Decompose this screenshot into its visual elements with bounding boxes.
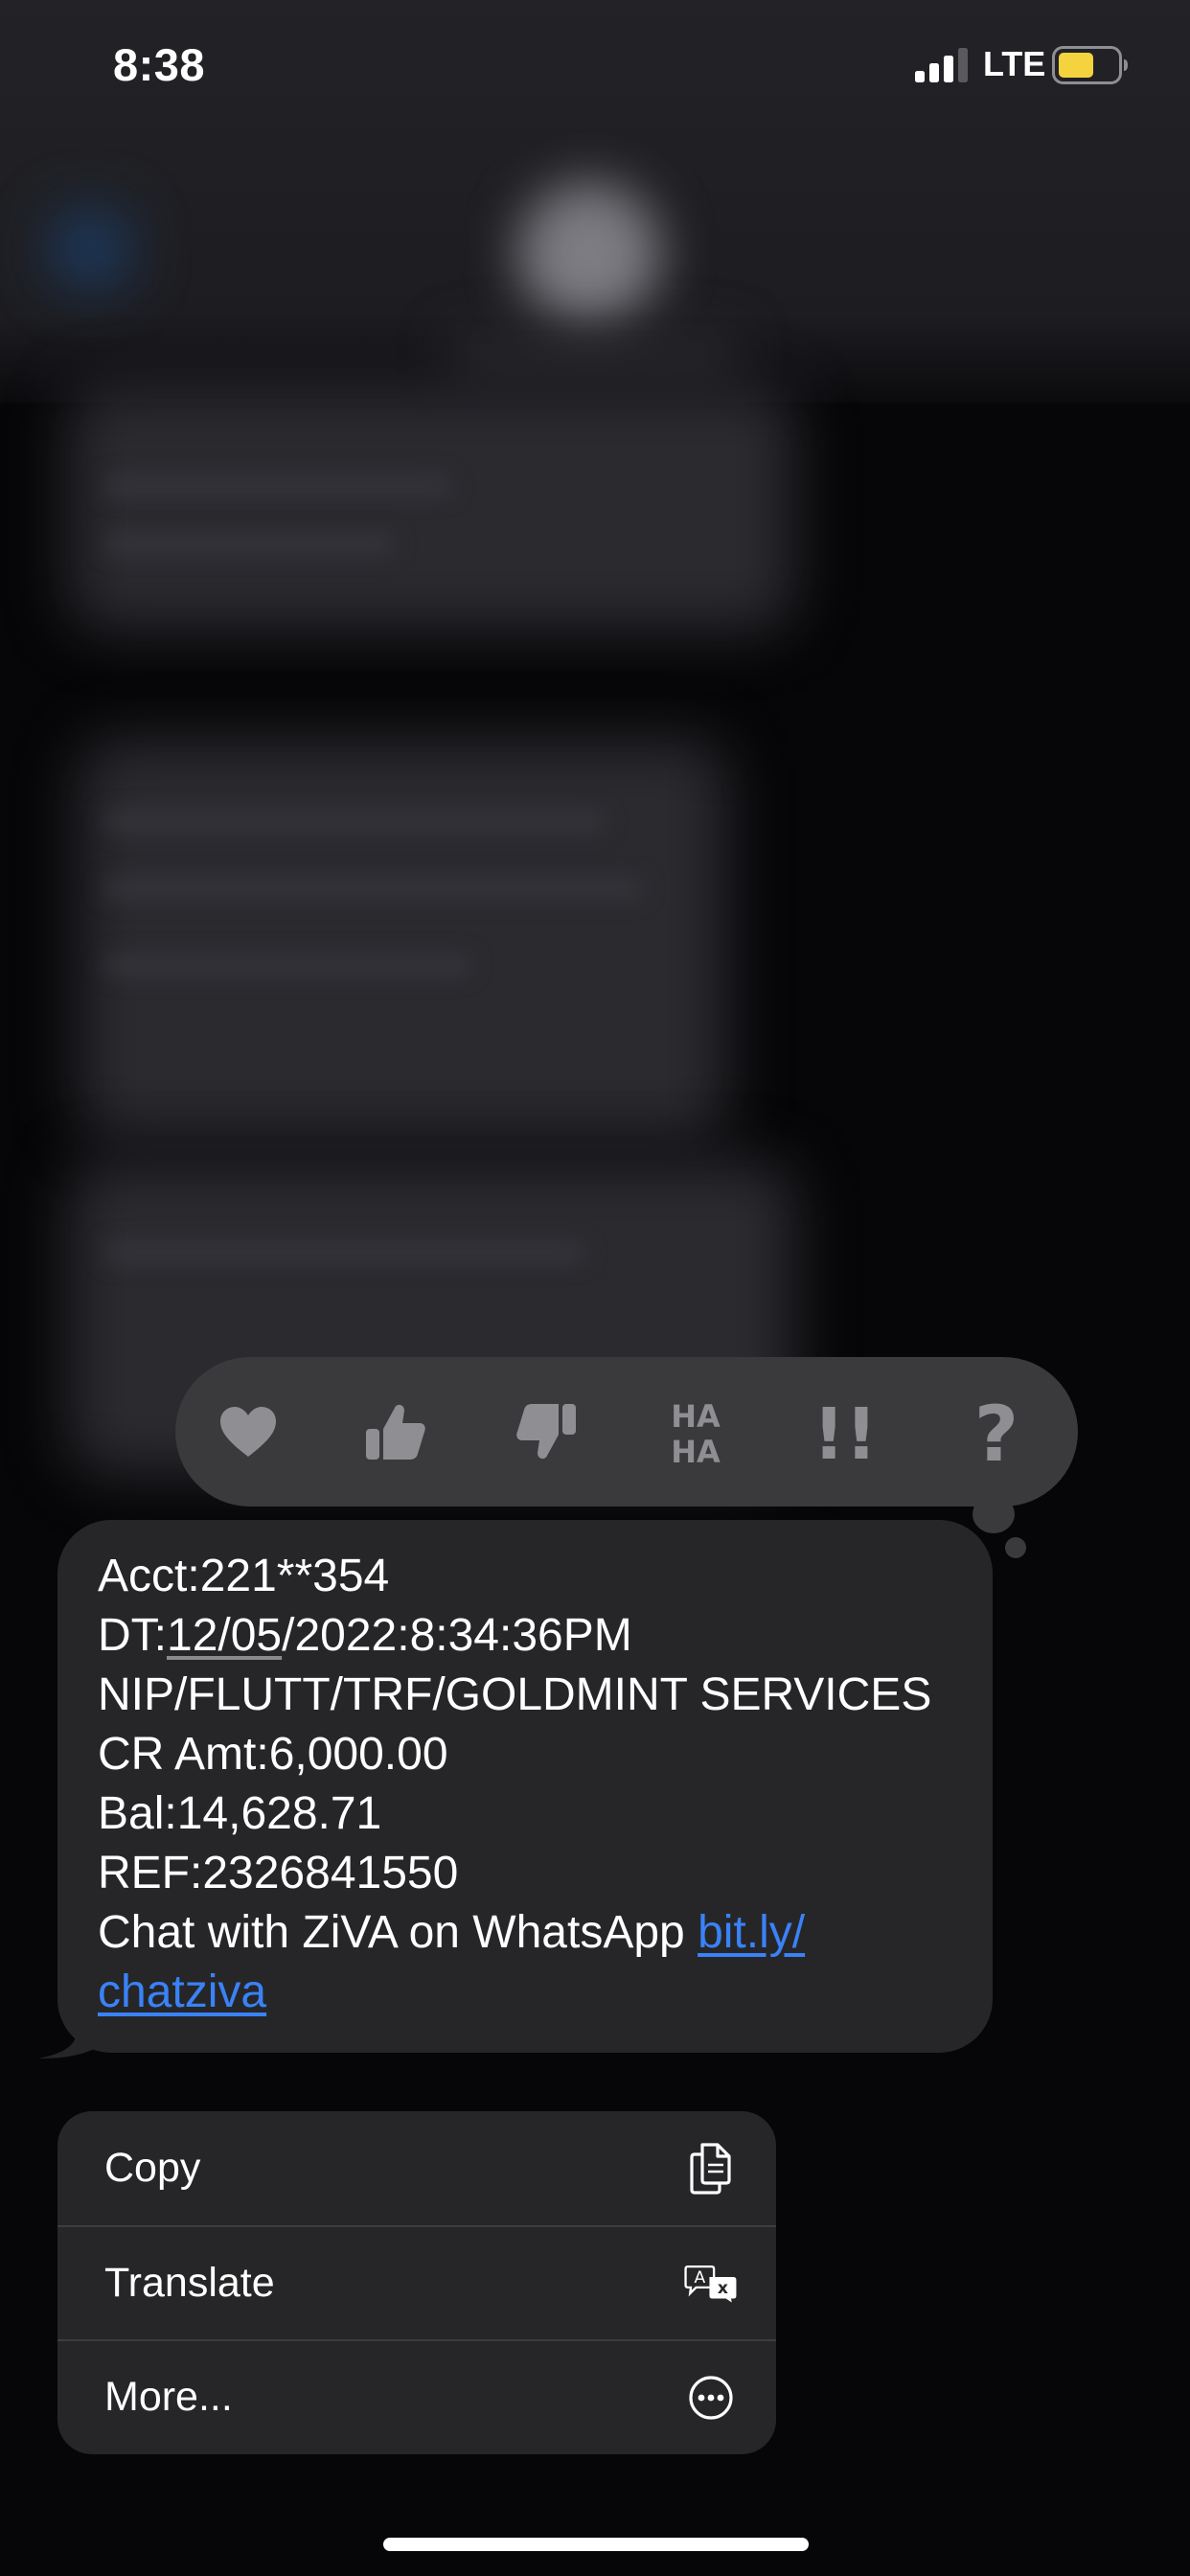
svg-text:!!: !! <box>816 1397 874 1466</box>
message-date-link[interactable]: 12/05 <box>167 1610 282 1661</box>
network-type-label: LTE <box>983 44 1046 83</box>
message-credit-amount-line: CR Amt:6,000.00 <box>98 1729 448 1780</box>
cellular-signal-icon <box>915 48 968 82</box>
home-indicator[interactable] <box>383 2538 809 2551</box>
tapback-haha-button[interactable]: HA HA <box>652 1388 740 1476</box>
blurred-text-line <box>105 479 450 493</box>
message-whatsapp-line: Chat with ZiVA on WhatsApp bit.ly/ <box>98 1903 958 1963</box>
double-exclamation-icon: !! <box>816 1397 874 1466</box>
blurred-text-line <box>105 1246 584 1259</box>
svg-text:A: A <box>694 2268 705 2288</box>
tapback-heart-button[interactable] <box>204 1388 292 1476</box>
blurred-message-bubble <box>67 383 795 632</box>
message-link[interactable]: bit.ly/ <box>698 1907 805 1958</box>
tapback-thumbs-up-button[interactable] <box>352 1388 440 1476</box>
message-whatsapp-text: Chat with ZiVA on WhatsApp <box>98 1907 698 1958</box>
tapback-thumbs-down-button[interactable] <box>502 1388 590 1476</box>
blurred-text-line <box>105 537 393 550</box>
translate-icon: A x <box>684 2257 738 2311</box>
menu-item-more[interactable]: More... <box>57 2339 776 2453</box>
battery-icon <box>1052 46 1128 84</box>
blurred-text-line <box>105 882 642 895</box>
blurred-back-button <box>53 211 129 288</box>
menu-item-copy[interactable]: Copy <box>57 2111 776 2225</box>
svg-text:x: x <box>718 2279 728 2298</box>
svg-text:?: ? <box>974 1397 1018 1466</box>
ellipsis-circle-icon <box>684 2371 738 2425</box>
blurred-text-line <box>105 815 604 828</box>
message-link-continuation: chatziva <box>98 1963 958 2022</box>
message-context-menu: Copy Translate A x More... <box>57 2111 776 2454</box>
menu-item-more-label: More... <box>104 2374 233 2420</box>
messages-screen: 8:38 LTE HA HA ? Acct:221**354 DT:12/05/… <box>0 0 1190 2576</box>
message-reference-line: REF:2326841550 <box>98 1848 459 1898</box>
message-date-suffix: /2022:8:34:36PM <box>282 1610 632 1661</box>
menu-item-copy-label: Copy <box>104 2145 201 2191</box>
heart-icon <box>220 1407 276 1457</box>
tapback-bar-tail <box>1005 1537 1026 1558</box>
question-mark-icon: ? <box>974 1397 1018 1466</box>
status-bar-time: 8:38 <box>113 39 206 90</box>
tapback-bar-tail <box>973 1495 1015 1533</box>
blurred-text-line <box>105 958 469 972</box>
menu-item-translate-label: Translate <box>104 2260 275 2306</box>
message-date-prefix: DT: <box>98 1610 167 1661</box>
svg-text:HA: HA <box>671 1434 721 1468</box>
copy-icon <box>684 2142 738 2196</box>
haha-icon: HA HA <box>671 1398 721 1468</box>
tapback-exclamation-button[interactable]: !! <box>801 1388 889 1476</box>
message-date-line: DT:12/05/2022:8:34:36PM <box>98 1606 958 1666</box>
menu-item-translate[interactable]: Translate A x <box>57 2225 776 2339</box>
message-account-line: Acct:221**354 <box>98 1551 390 1601</box>
blurred-contact-avatar <box>517 182 661 326</box>
blurred-contact-name <box>450 335 738 374</box>
thumbs-down-icon <box>516 1404 576 1460</box>
message-balance-line: Bal:14,628.71 <box>98 1788 382 1839</box>
message-link[interactable]: chatziva <box>98 1966 266 2017</box>
message-transfer-line: NIP/FLUTT/TRF/GOLDMINT SERVICES <box>98 1669 932 1720</box>
message-bubble[interactable]: Acct:221**354 DT:12/05/2022:8:34:36PM NI… <box>57 1520 993 2053</box>
blurred-message-bubble <box>77 738 728 1140</box>
tapback-reaction-bar <box>175 1357 1078 1506</box>
thumbs-up-icon <box>366 1404 425 1460</box>
tapback-question-button[interactable]: ? <box>952 1388 1041 1476</box>
svg-text:HA: HA <box>671 1398 721 1435</box>
